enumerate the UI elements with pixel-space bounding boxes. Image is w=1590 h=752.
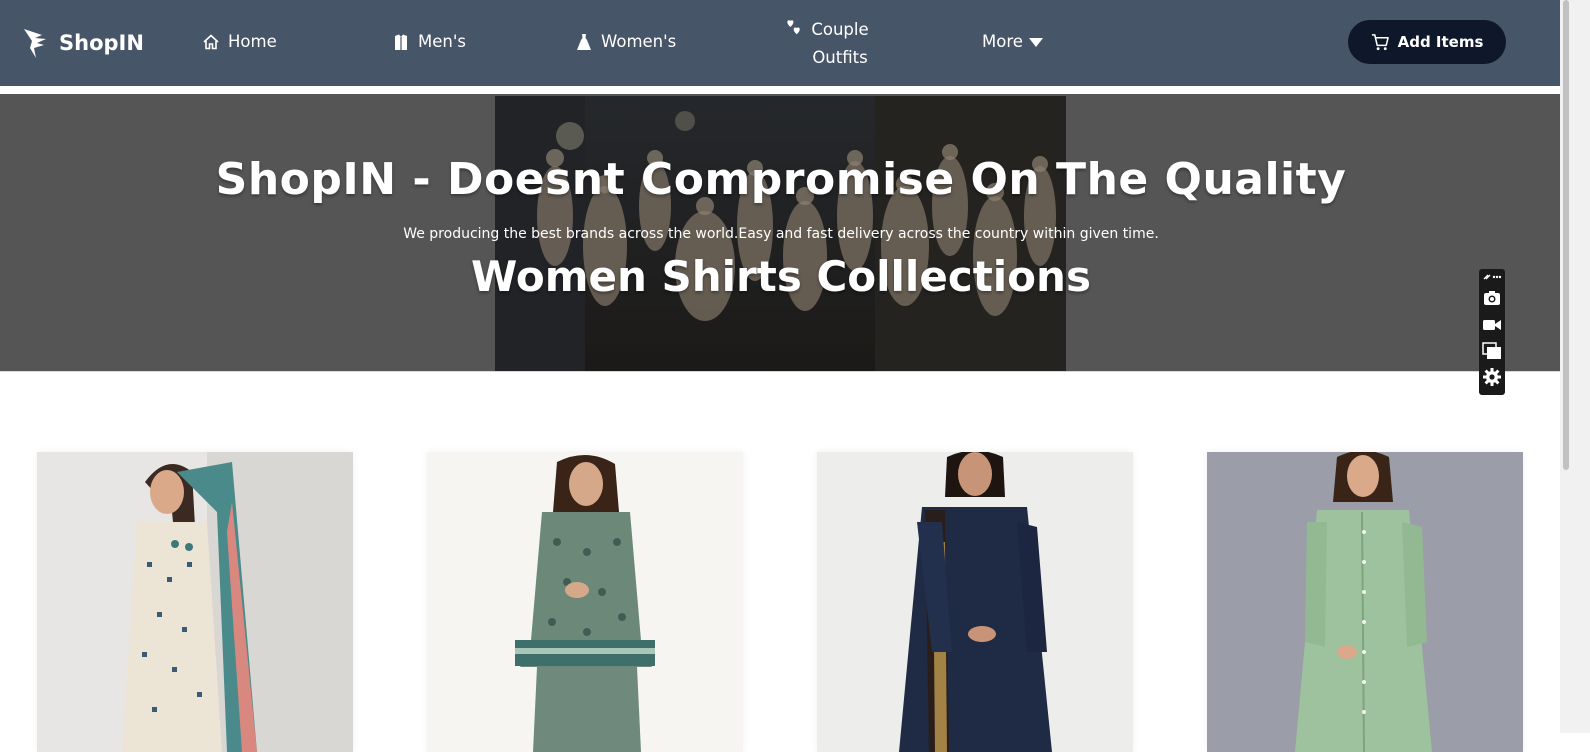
hero-banner: ShopIN - Doesnt Compromise On The Qualit…: [0, 94, 1562, 372]
nav-couple-outfits[interactable]: Couple Outfits: [785, 16, 869, 72]
nav-couple-line1: Couple: [811, 20, 869, 39]
caret-down-icon: [1028, 38, 1043, 47]
nav-couple-label: Couple Outfits: [811, 16, 869, 72]
nav-couple-line2: Outfits: [812, 48, 868, 67]
product-image-navy-kurta: [817, 452, 1133, 752]
link-more-icon[interactable]: [1482, 272, 1502, 282]
hero-title: ShopIN - Doesnt Compromise On The Qualit…: [215, 154, 1347, 205]
product-image-green-peplum: [427, 452, 743, 752]
nav-womens[interactable]: Women's: [575, 32, 676, 51]
product-image-mint-shirt-dress: [1207, 452, 1523, 752]
brand[interactable]: ShopIN: [22, 26, 144, 60]
product-card-4[interactable]: [1207, 452, 1523, 752]
bird-logo-icon: [24, 29, 46, 58]
floating-capture-toolbar: [1479, 269, 1505, 395]
product-card-1[interactable]: [37, 452, 353, 752]
settings-icon[interactable]: [1482, 367, 1502, 387]
nav-womens-label: Women's: [601, 32, 677, 51]
dress-icon: [577, 33, 591, 50]
add-items-button[interactable]: Add Items: [1348, 20, 1506, 64]
nav-mens[interactable]: Men's: [392, 32, 466, 51]
nav-more-dropdown[interactable]: More: [982, 32, 1043, 51]
collection-heading: Women Shirts Colllections: [471, 252, 1091, 301]
hero-subtitle: We producing the best brands across the …: [403, 226, 1159, 242]
nav-home[interactable]: Home: [202, 32, 277, 51]
shirt-icon: [395, 34, 407, 50]
video-icon[interactable]: [1482, 315, 1502, 335]
home-icon: [203, 33, 219, 49]
hearts-icon: [787, 20, 800, 35]
nav-more-label: More: [982, 32, 1023, 51]
nav-home-label: Home: [228, 32, 277, 51]
cart-icon: [1371, 33, 1389, 50]
page-scrollbar[interactable]: [1560, 0, 1590, 733]
add-items-label: Add Items: [1397, 33, 1484, 51]
copy-icon[interactable]: [1482, 341, 1502, 361]
brand-name: ShopIN: [59, 31, 144, 55]
camera-icon[interactable]: [1482, 288, 1502, 308]
product-card-2[interactable]: [427, 452, 743, 752]
nav-mens-label: Men's: [418, 32, 466, 51]
top-navbar: ShopIN Home Men's Women's Couple Outfits: [0, 0, 1582, 90]
product-card-3[interactable]: [817, 452, 1133, 752]
scrollbar-thumb[interactable]: [1563, 0, 1569, 470]
product-image-beige-suit: [37, 452, 353, 752]
